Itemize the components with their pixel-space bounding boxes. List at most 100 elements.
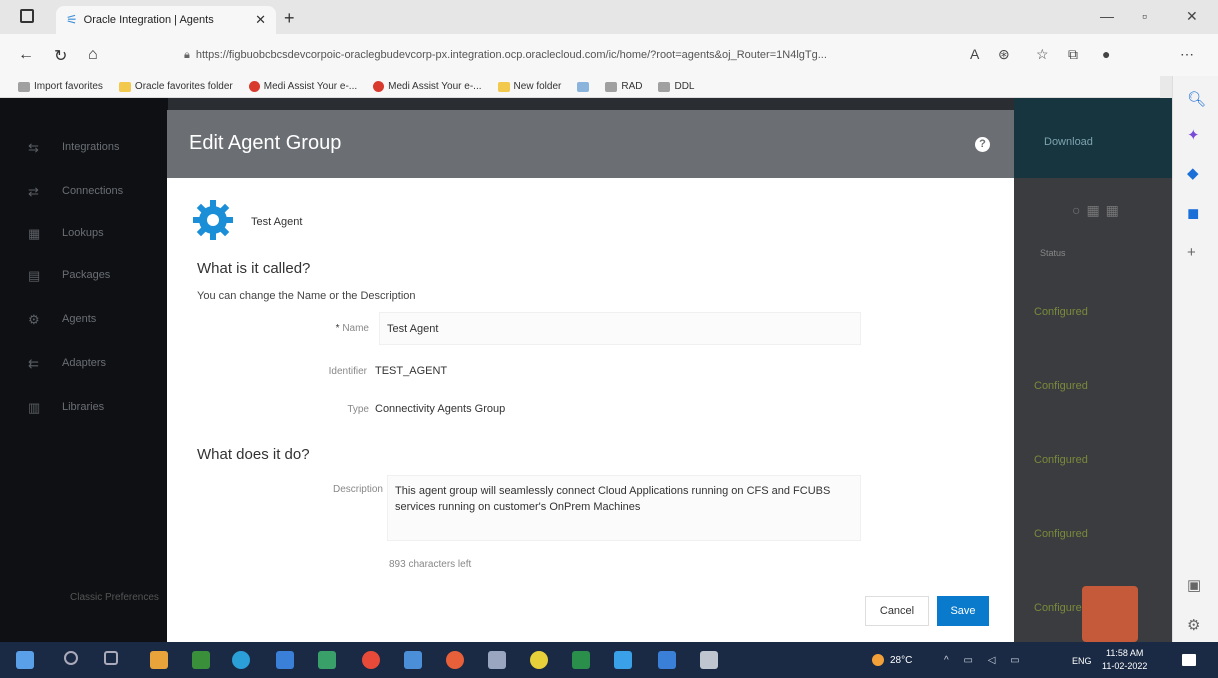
view-toggle-icons[interactable]: ○▦▦ [1072, 202, 1125, 219]
help-icon[interactable]: ? [975, 137, 990, 152]
nav-libraries[interactable]: ▥ Libraries [28, 400, 104, 415]
more-options-icon[interactable]: ⋯ [1180, 46, 1194, 63]
name-input[interactable] [379, 312, 861, 345]
description-label: Description [332, 484, 383, 495]
chat-button[interactable] [1082, 586, 1138, 642]
characters-left-counter: 893 characters left [389, 559, 472, 570]
nav-agents[interactable]: ⚙ Agents [28, 312, 96, 327]
settings-gear-icon[interactable]: ⚙ [1187, 616, 1200, 634]
new-tab-icon[interactable]: + [284, 8, 295, 29]
office-icon[interactable]: ◆ [1187, 164, 1199, 182]
app-icon[interactable] [192, 651, 210, 669]
app-icon[interactable] [488, 651, 506, 669]
app-icon[interactable] [404, 651, 422, 669]
search-icon[interactable] [64, 651, 78, 665]
refresh-icon[interactable]: ↻ [54, 46, 67, 66]
type-value: Connectivity Agents Group [375, 403, 506, 415]
task-view-icon[interactable] [104, 651, 118, 665]
add-icon[interactable]: + [1187, 244, 1196, 261]
sidebar-layout-icon[interactable]: ▣ [1187, 576, 1201, 594]
excel-icon[interactable] [572, 651, 590, 669]
identifier-label: Identifier [328, 366, 367, 377]
nav-connections[interactable]: ⇄ Connections [28, 184, 123, 199]
folder-icon [118, 81, 131, 92]
classic-preferences-link[interactable]: Classic Preferences [70, 592, 159, 603]
app-icon[interactable] [276, 651, 294, 669]
app-icon[interactable] [446, 651, 464, 669]
dialog-header: Edit Agent Group ? [167, 110, 1014, 178]
download-button[interactable]: Download [1044, 136, 1093, 148]
edge-icon[interactable] [232, 651, 250, 669]
fav-new-folder[interactable]: New folder [497, 81, 561, 92]
app-icon[interactable] [530, 651, 548, 669]
window-menu-icon[interactable] [20, 9, 34, 23]
fav-medi-assist-1[interactable]: Medi Assist Your e-... [248, 81, 357, 92]
status-badge: Configured [1034, 602, 1088, 614]
adapters-icon: ⇇ [28, 356, 39, 371]
nav-lookups[interactable]: ▦ Lookups [28, 226, 104, 241]
start-icon[interactable] [16, 651, 34, 669]
notifications-icon[interactable] [1182, 654, 1196, 666]
edit-agent-group-dialog: Edit Agent Group ? Test Agent What is it… [167, 110, 1014, 650]
weather-widget[interactable]: 28°C [872, 654, 912, 666]
fav-ddl[interactable]: DDL [658, 81, 694, 92]
oracle-integration-favicon-icon: ⚟ [66, 12, 78, 27]
pane-header: Download [1014, 98, 1172, 178]
tracking-icon[interactable]: ⊛ [998, 46, 1010, 63]
language-indicator[interactable]: ENG [1072, 656, 1092, 666]
restore-icon[interactable]: ▫ [1142, 8, 1147, 24]
fav-integration[interactable] [577, 81, 590, 92]
discover-icon[interactable]: ✦ [1187, 126, 1200, 144]
fav-rad[interactable]: RAD [605, 81, 642, 92]
fav-import-favorites[interactable]: Import favorites [18, 81, 103, 92]
nav-packages[interactable]: ▤ Packages [28, 268, 110, 283]
read-aloud-icon[interactable]: A [970, 46, 979, 62]
agent-name-heading: Test Agent [251, 216, 303, 228]
section-heading-does: What does it do? [197, 446, 310, 463]
dialog-title: Edit Agent Group [189, 132, 342, 154]
outlook-icon[interactable]: ◼ [1187, 204, 1199, 222]
status-badge: Configured [1034, 306, 1088, 318]
medi-assist-icon [248, 81, 260, 92]
back-arrow-icon[interactable]: ← [18, 46, 34, 64]
fav-oracle-folder[interactable]: Oracle favorites folder [118, 81, 233, 92]
favorites-bar: Import favorites Oracle favorites folder… [0, 76, 1160, 98]
app-icon[interactable] [318, 651, 336, 669]
status-badge: Configured [1034, 528, 1088, 540]
chrome-icon[interactable] [362, 651, 380, 669]
save-button[interactable]: Save [937, 596, 989, 626]
close-tab-icon[interactable]: ✕ [255, 12, 266, 28]
minimize-icon[interactable]: — [1100, 8, 1114, 24]
app-icon[interactable] [700, 651, 718, 669]
search-icon[interactable]: 🔍︎ [1187, 90, 1206, 108]
fav-medi-assist-2[interactable]: Medi Assist Your e-... [373, 81, 482, 92]
import-icon [18, 81, 30, 92]
windows-taskbar: 28°C ^ ▭ ◁ ▭ ENG 11:58 AM 11-02-2022 [0, 642, 1218, 678]
home-icon[interactable]: ⌂ [88, 46, 98, 64]
edge-active-icon[interactable] [614, 651, 632, 669]
edge-sidebar: 🔍︎ ✦ ◆ ◼ + ▣ ⚙ [1172, 76, 1218, 642]
name-label: * Name [335, 323, 369, 334]
nav-integrations[interactable]: ⇆ Integrations [28, 140, 119, 155]
browser-tab[interactable]: ⚟ Oracle Integration | Agents ✕ [56, 6, 276, 34]
description-textarea[interactable]: This agent group will seamlessly connect… [387, 475, 861, 541]
clock[interactable]: 11:58 AM 11-02-2022 [1102, 647, 1147, 673]
hint-text: You can change the Name or the Descripti… [197, 290, 416, 302]
word-icon[interactable] [658, 651, 676, 669]
nav-adapters[interactable]: ⇇ Adapters [28, 356, 106, 371]
image-icon [658, 81, 671, 92]
lock-icon: 🔒︎ [184, 48, 190, 61]
integrations-icon: ⇆ [28, 140, 39, 155]
file-explorer-icon[interactable] [150, 651, 168, 669]
folder-icon [497, 81, 510, 92]
integration-icon [577, 81, 590, 92]
medi-assist-icon [373, 81, 385, 92]
profile-avatar-icon[interactable]: ● [1102, 46, 1110, 62]
url-field[interactable]: 🔒︎ https://figbuobcbcsdevcorpoic-oracleg… [176, 43, 956, 67]
connections-icon: ⇄ [28, 184, 39, 199]
favorites-icon[interactable]: ☆ [1036, 46, 1049, 63]
cancel-button[interactable]: Cancel [865, 596, 929, 626]
collections-icon[interactable]: ⧉ [1068, 46, 1078, 63]
close-window-icon[interactable]: ✕ [1186, 8, 1198, 25]
system-tray-icons[interactable]: ^ ▭ ◁ ▭ [944, 655, 1026, 666]
